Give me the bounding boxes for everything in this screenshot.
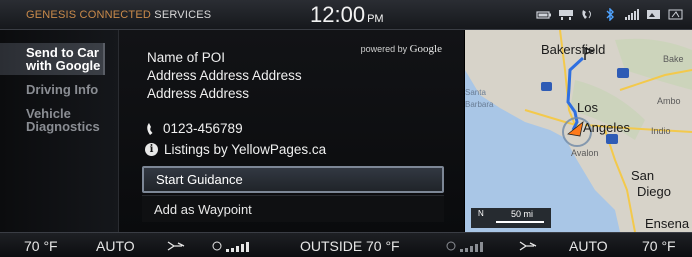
map-label-water: Barbara	[465, 100, 494, 109]
scale-bar	[496, 221, 544, 223]
scale-distance: 50 mi	[511, 209, 534, 219]
outside-label: OUTSIDE	[300, 238, 363, 254]
gps-icon	[668, 9, 683, 20]
map-view[interactable]: Bakersfield Bake Santa Barbara Ambo Los …	[465, 30, 692, 232]
bluetooth-icon	[606, 8, 614, 21]
climate-bar: 70 °F AUTO OUTSIDE 70 °F AUTO 70 °F	[0, 232, 692, 257]
app-title: GENESIS CONNECTED SERVICES	[26, 9, 212, 21]
phone-icon	[147, 122, 153, 135]
poi-address-line2: Address Address	[147, 86, 250, 101]
right-auto-mode[interactable]: AUTO	[569, 238, 608, 254]
map-scale: N 50 mi	[471, 208, 551, 228]
map-label-city: Angeles	[583, 120, 630, 135]
highway-shield	[617, 68, 629, 78]
park-area	[615, 38, 692, 90]
clock: 12:00 PM	[310, 2, 384, 28]
network-icon	[559, 10, 573, 20]
sidebar-item-label: with Google	[26, 58, 101, 73]
status-bar: GENESIS CONNECTED SERVICES 12:00 PM	[0, 0, 692, 30]
poi-name: Name of POI	[147, 50, 226, 65]
poi-phone: 0123-456789	[163, 121, 243, 136]
start-guidance-button[interactable]: Start Guidance	[142, 166, 444, 193]
right-temperature[interactable]: 70 °F	[642, 238, 676, 254]
map-label-town: Avalon	[571, 148, 599, 158]
google-logo: Google	[409, 43, 442, 55]
sidebar-item-label: Diagnostics	[26, 119, 100, 134]
airflow-icon[interactable]	[164, 239, 192, 253]
map-label-city: Diego	[637, 184, 671, 199]
map-label-city: Bakersfield	[541, 42, 606, 57]
map-label-town: Bake	[663, 54, 684, 64]
poi-address-line1: Address Address Address	[147, 68, 302, 83]
highway-shield	[541, 82, 552, 91]
north-indicator-icon: N	[478, 209, 484, 218]
sidebar: Send to Car with Google Driving Info Veh…	[0, 30, 118, 232]
clock-ampm: PM	[367, 13, 384, 25]
sidebar-item-driving-info[interactable]: Driving Info	[26, 83, 131, 96]
airflow-icon[interactable]	[516, 239, 544, 253]
left-auto-mode[interactable]: AUTO	[96, 238, 135, 254]
signal-icon	[625, 9, 639, 20]
map-label-water: Santa	[465, 88, 486, 97]
poi-listing-row: i Listings by YellowPages.ca	[145, 142, 326, 157]
map-label-city: Ensena	[645, 216, 690, 231]
poi-listing-source: Listings by YellowPages.ca	[164, 142, 327, 157]
map-label-city: Los	[577, 100, 598, 115]
poi-detail-panel: powered by Google Name of POI Address Ad…	[118, 30, 464, 232]
powered-by-google: powered by Google	[360, 43, 442, 55]
left-temperature[interactable]: 70 °F	[24, 238, 58, 254]
map-label-town: Ambo	[657, 96, 681, 106]
fan-speed-icon[interactable]	[212, 239, 260, 253]
map-label-city: San	[631, 168, 655, 183]
sidebar-item-label: Driving Info	[26, 82, 99, 97]
sidebar-item-vehicle-diagnostics[interactable]: Vehicle Diagnostics	[26, 107, 131, 133]
add-waypoint-button[interactable]: Add as Waypoint	[142, 195, 444, 222]
map-label-town: Indio	[651, 126, 671, 136]
poi-phone-row[interactable]: 0123-456789	[145, 121, 243, 136]
status-icons	[536, 8, 684, 21]
sidebar-item-send-to-car[interactable]: Send to Car with Google	[0, 43, 105, 75]
highway-shield	[606, 134, 618, 144]
media-icon	[647, 10, 660, 19]
phone-call-icon	[582, 10, 591, 19]
battery-icon	[536, 11, 551, 19]
info-icon: i	[145, 143, 158, 156]
fan-speed-icon[interactable]	[446, 239, 494, 253]
clock-time: 12:00	[310, 2, 366, 27]
outside-temperature: 70 °F	[366, 238, 400, 254]
